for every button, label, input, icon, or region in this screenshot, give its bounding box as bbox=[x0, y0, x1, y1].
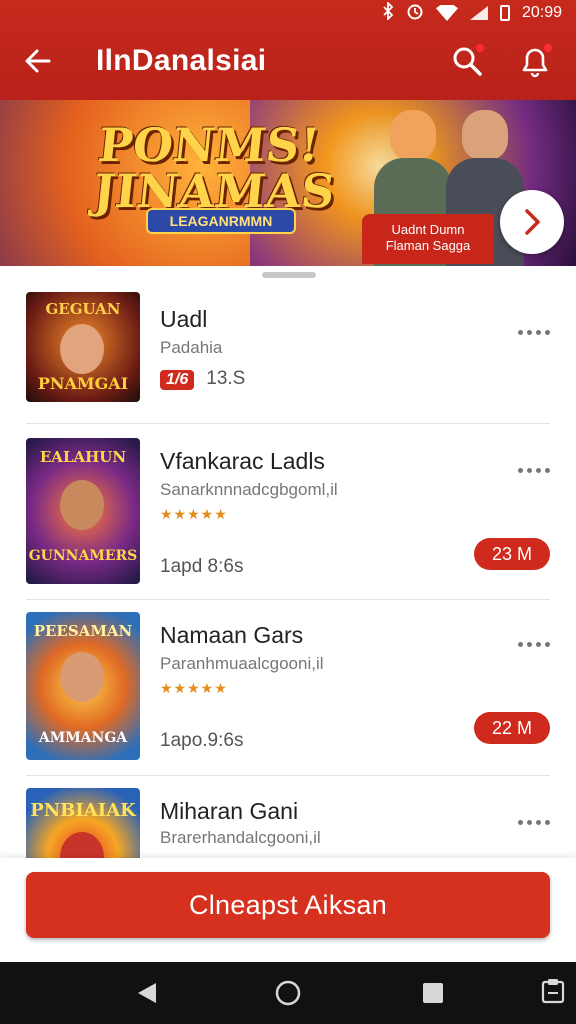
toolbar: IlnDanalsiai bbox=[0, 30, 576, 92]
nav-extra-button[interactable] bbox=[528, 966, 576, 1016]
battery-icon bbox=[499, 5, 510, 21]
app-name: Namaan Gars bbox=[160, 622, 304, 648]
app-thumbnail: EALAHUN GUNNAMERS bbox=[26, 438, 140, 584]
list-item[interactable]: PNBIAIAK Miharan Gani Brarerhandalcgooni… bbox=[0, 776, 576, 866]
clipboard-icon bbox=[541, 979, 565, 1004]
signal-icon bbox=[469, 6, 488, 20]
dot-icon bbox=[545, 819, 550, 825]
app-thumbnail: PEESAMAN AMMANGA bbox=[26, 612, 140, 760]
bluetooth-icon bbox=[382, 0, 394, 25]
circle-home-icon bbox=[275, 980, 301, 1006]
square-recents-icon bbox=[423, 983, 443, 1003]
dot-icon bbox=[518, 467, 523, 473]
app-developer: Paranhmuaalcgooni,il bbox=[160, 654, 324, 673]
dot-icon bbox=[527, 467, 532, 473]
page-title: IlnDanalsiai bbox=[96, 44, 267, 77]
app-meta: 1apo.9:6s bbox=[160, 730, 244, 751]
app-bar: 20:99 IlnDanalsiai bbox=[0, 0, 576, 100]
system-nav-bar bbox=[0, 962, 576, 1024]
app-developer: Padahia bbox=[160, 338, 223, 357]
dot-icon bbox=[527, 641, 532, 647]
dot-icon bbox=[545, 641, 550, 647]
nav-home-button[interactable] bbox=[263, 968, 313, 1018]
banner-next-button[interactable] bbox=[500, 190, 564, 254]
triangle-back-icon bbox=[138, 983, 156, 1003]
list-item[interactable]: EALAHUN GUNNAMERS Vfankarac Ladls Sanark… bbox=[0, 424, 576, 600]
banner-card[interactable]: Uadnt Dumn Flaman Sagga bbox=[362, 214, 494, 264]
app-version: 13.S bbox=[206, 368, 246, 389]
dot-icon bbox=[527, 329, 532, 335]
wifi-icon bbox=[435, 5, 458, 21]
notification-dot bbox=[476, 44, 484, 52]
back-button[interactable] bbox=[8, 30, 68, 92]
drag-handle[interactable] bbox=[262, 272, 316, 278]
dot-icon bbox=[518, 641, 523, 647]
rating-stars: ★★★★★ bbox=[160, 680, 228, 696]
status-bar: 20:99 bbox=[382, 0, 562, 25]
app-developer: Brarerhandalcgooni,il bbox=[160, 828, 321, 847]
dot-icon bbox=[518, 819, 523, 825]
more-options-button[interactable] bbox=[518, 634, 550, 654]
dot-icon bbox=[536, 467, 541, 473]
rating-stars: ★★★★★ bbox=[160, 506, 228, 522]
banner-tagline: LEAGANRMMN bbox=[146, 208, 296, 234]
banner-title: PONMS! JINAMAS bbox=[90, 118, 338, 218]
app-meta: 1/6 13.S bbox=[160, 368, 245, 390]
chevron-right-icon bbox=[525, 209, 540, 235]
app-size-button[interactable]: 22 M bbox=[474, 712, 550, 744]
app-thumbnail: PNBIAIAK bbox=[26, 788, 140, 866]
dot-icon bbox=[536, 641, 541, 647]
rating-badge: 1/6 bbox=[160, 370, 195, 390]
dot-icon bbox=[527, 819, 532, 825]
nav-back-button[interactable] bbox=[122, 968, 172, 1018]
notification-dot bbox=[544, 44, 552, 52]
promo-banner[interactable]: PONMS! JINAMAS LEAGANRMMN Uadnt Dumn Fla… bbox=[0, 100, 576, 266]
notifications-button[interactable] bbox=[512, 38, 558, 84]
app-name: Miharan Gani bbox=[160, 798, 299, 824]
more-options-button[interactable] bbox=[518, 460, 550, 480]
primary-action-button[interactable]: Clneapst Aiksan bbox=[26, 872, 550, 938]
dot-icon bbox=[536, 329, 541, 335]
nav-recents-button[interactable] bbox=[408, 968, 458, 1018]
app-name: Uadl bbox=[160, 306, 208, 332]
app-screen: 20:99 IlnDanalsiai PONMS! JINAMAS LEAGAN… bbox=[0, 0, 576, 1024]
list-item[interactable]: PEESAMAN AMMANGA Namaan Gars Paranhmuaal… bbox=[0, 600, 576, 776]
dot-icon bbox=[545, 329, 550, 335]
status-time: 20:99 bbox=[521, 4, 562, 21]
app-developer: Sanarknnnadcgbgoml,il bbox=[160, 480, 338, 499]
arrow-left-icon bbox=[25, 49, 51, 73]
footer: Clneapst Aiksan bbox=[0, 858, 576, 962]
search-button[interactable] bbox=[444, 38, 490, 84]
app-thumbnail: GEGUAN PNAMGAI bbox=[26, 292, 140, 402]
app-meta: 1apd 8:6s bbox=[160, 556, 244, 577]
app-name: Vfankarac Ladls bbox=[160, 448, 325, 474]
dot-icon bbox=[545, 467, 550, 473]
dot-icon bbox=[536, 819, 541, 825]
more-options-button[interactable] bbox=[518, 322, 550, 342]
more-options-button[interactable] bbox=[518, 812, 550, 832]
dot-icon bbox=[518, 329, 523, 335]
alarm-icon bbox=[406, 2, 424, 25]
app-size-button[interactable]: 23 M bbox=[474, 538, 550, 570]
